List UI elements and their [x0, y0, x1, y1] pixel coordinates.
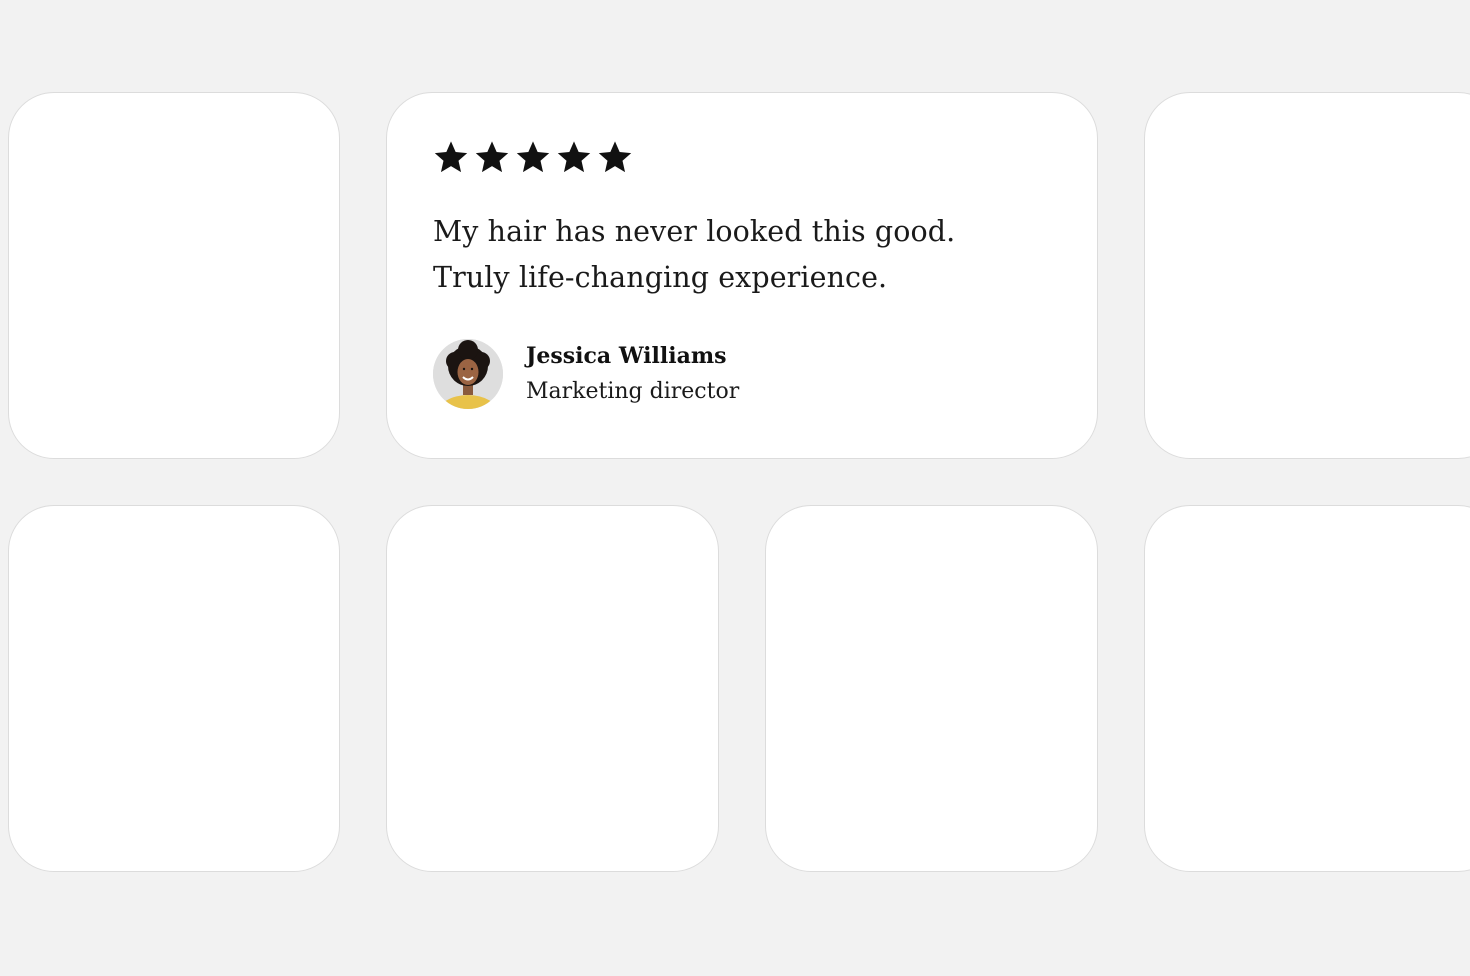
- testimonial-quote: My hair has never looked this good. Trul…: [433, 215, 956, 294]
- testimonials-grid: My hair has never looked this good. Trul…: [0, 0, 1470, 976]
- author-info: Jessica Williams Marketing director: [526, 341, 739, 407]
- author-name: Jessica Williams: [526, 343, 727, 369]
- testimonial-card-placeholder: [1144, 505, 1470, 872]
- star-icon: [516, 141, 550, 173]
- star-icon: [434, 141, 468, 173]
- star-icon: [557, 141, 591, 173]
- star-rating: [433, 139, 633, 175]
- testimonial-card-placeholder: [1144, 92, 1470, 459]
- testimonial-card-placeholder: [386, 505, 719, 872]
- star-icon: [598, 141, 632, 173]
- author-role: Marketing director: [526, 379, 740, 404]
- testimonial-card-placeholder: [765, 505, 1098, 872]
- testimonial-card-placeholder: [8, 505, 340, 872]
- testimonial-card-placeholder: [8, 92, 340, 459]
- star-icon: [475, 141, 509, 173]
- testimonial-author: Jessica Williams Marketing director: [433, 339, 739, 409]
- testimonial-card: My hair has never looked this good. Trul…: [386, 92, 1098, 459]
- avatar: [433, 339, 503, 409]
